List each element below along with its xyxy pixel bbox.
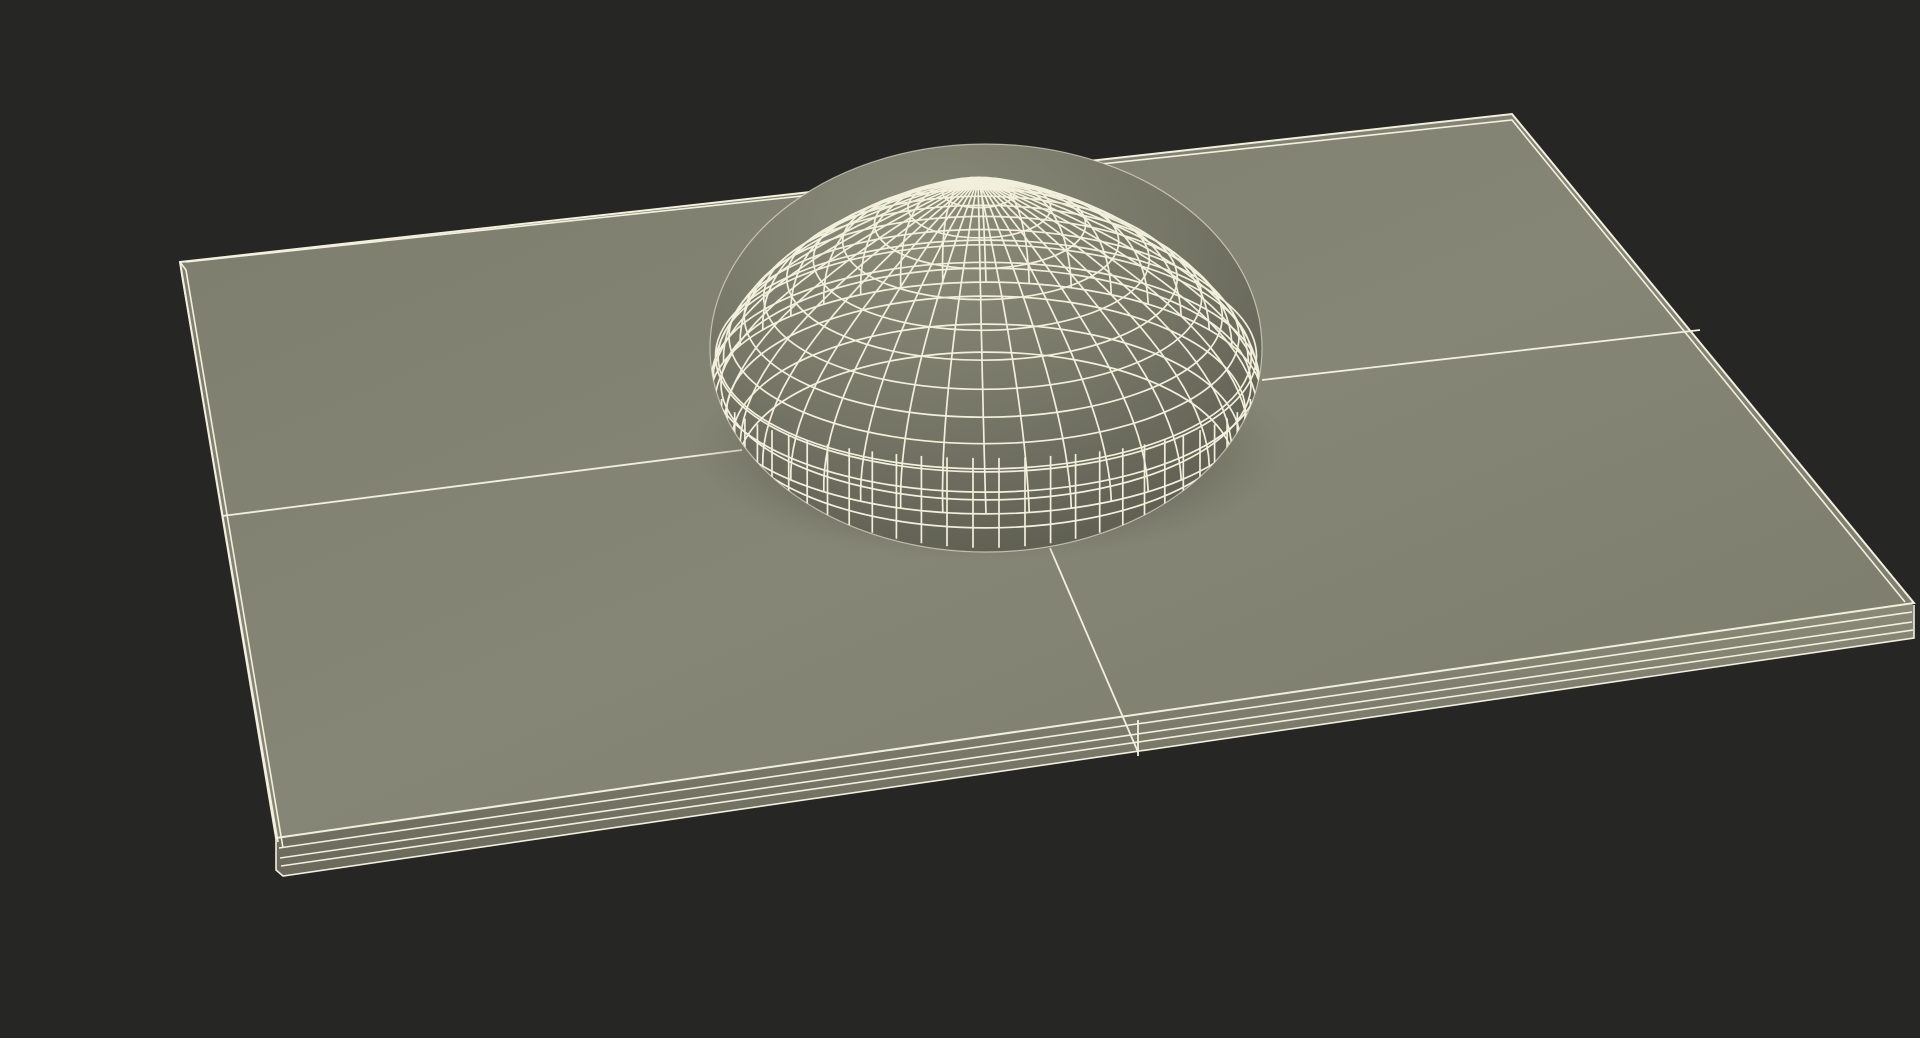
viewport[interactable] [0, 0, 1920, 1038]
scene-render[interactable] [0, 0, 1920, 1038]
